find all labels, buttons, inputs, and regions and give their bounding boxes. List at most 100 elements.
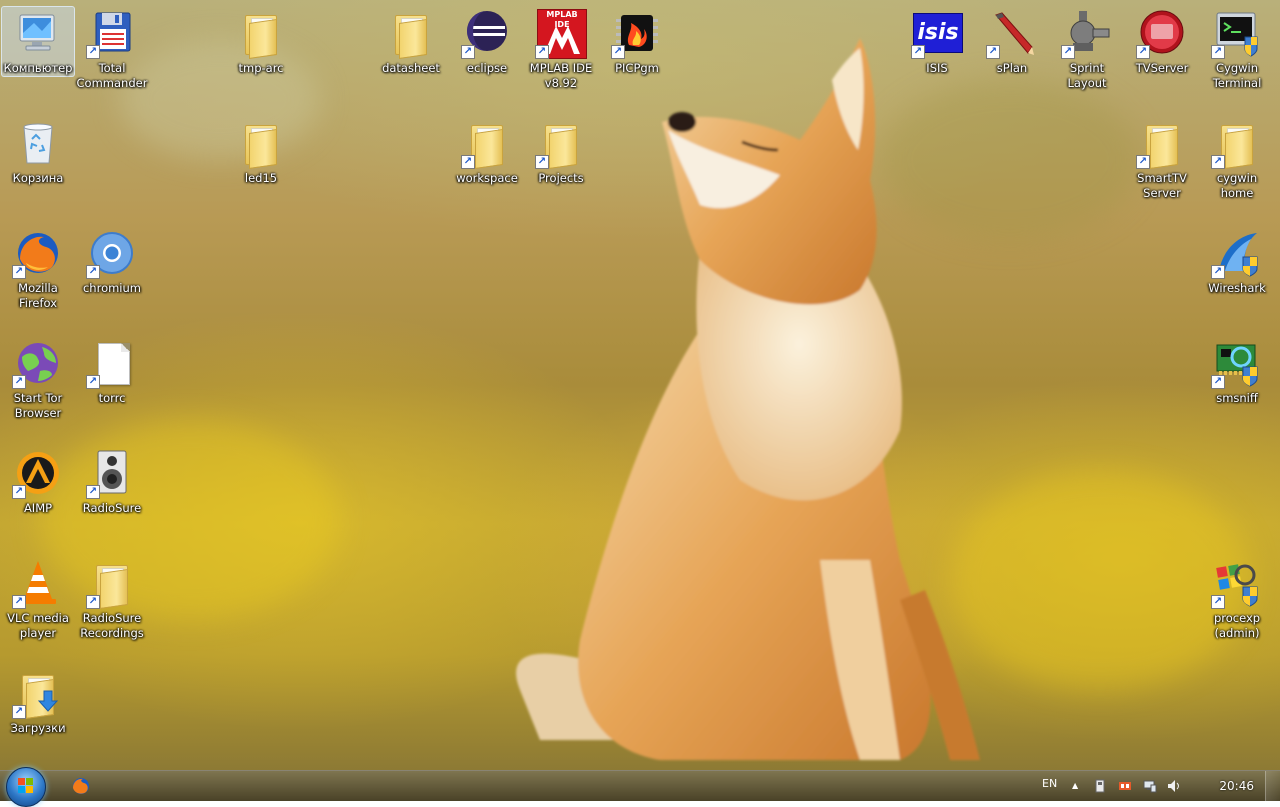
- folder-icon: ↗: [1136, 119, 1186, 169]
- desktop-icon-downloads[interactable]: ↗ Загрузки: [1, 666, 75, 737]
- icon-label: Sprint Layout: [1067, 61, 1107, 90]
- taskbar: EN ▲ 20:46: [0, 767, 1280, 807]
- icon-label: TVServer: [1135, 61, 1189, 75]
- folder-icon: ↗: [1211, 119, 1261, 169]
- desktop-icon-smsniff[interactable]: ↗ smsniff: [1200, 336, 1274, 407]
- icon-label: procexp (admin): [1213, 611, 1261, 640]
- desktop-icon-mplab-ide[interactable]: MPLAB IDE ↗ MPLAB IDE v8.92: [524, 6, 598, 92]
- desktop-icon-workspace[interactable]: ↗ workspace: [450, 116, 524, 187]
- icon-label: VLC media player: [7, 611, 69, 640]
- shortcut-arrow-icon: ↗: [1211, 265, 1225, 279]
- speaker-icon: ↗: [86, 449, 136, 499]
- shortcut-arrow-icon: ↗: [461, 45, 475, 59]
- firefox-icon: [73, 778, 89, 794]
- chip-icon: ↗: [611, 9, 661, 59]
- globe-icon: ↗: [12, 339, 62, 389]
- shortcut-arrow-icon: ↗: [611, 45, 625, 59]
- action-center-flag-icon[interactable]: [1118, 779, 1132, 793]
- mplab-icon: MPLAB IDE ↗: [535, 9, 587, 59]
- icon-label: Projects: [538, 171, 584, 185]
- floppy-disk-icon: ↗: [86, 9, 136, 59]
- icon-label: Start Tor Browser: [13, 391, 63, 420]
- computer-icon: [14, 9, 62, 57]
- desktop-icon-splan[interactable]: ↗ sPlan: [975, 6, 1049, 77]
- desktop-icon-radiosure[interactable]: ↗ RadioSure: [75, 446, 149, 517]
- desktop-icon-radiosure-recordings[interactable]: ↗ RadioSure Recordings: [75, 556, 149, 642]
- icon-label: workspace: [456, 171, 518, 185]
- icon-label: cygwin home: [1216, 171, 1258, 200]
- desktop[interactable]: Компьютер ↗ Total Commander tmp-arc data: [0, 0, 1280, 770]
- icon-label: chromium: [82, 281, 141, 295]
- network-icon[interactable]: [1143, 779, 1157, 793]
- shortcut-arrow-icon: ↗: [1061, 45, 1075, 59]
- terminal-icon: ↗: [1211, 9, 1261, 59]
- icon-label: Компьютер: [3, 61, 73, 75]
- aimp-icon: ↗: [12, 449, 62, 499]
- volume-icon[interactable]: [1167, 779, 1181, 793]
- desktop-icon-chromium[interactable]: ↗ chromium: [75, 226, 149, 297]
- icon-label: RadioSure Recordings: [80, 611, 144, 640]
- desktop-icon-cygwin-terminal[interactable]: ↗ Cygwin Terminal: [1200, 6, 1274, 92]
- icon-label: Cygwin Terminal: [1212, 61, 1262, 90]
- shortcut-arrow-icon: ↗: [1211, 595, 1225, 609]
- tv-icon: ↗: [1136, 9, 1186, 59]
- desktop-icon-mozilla-firefox[interactable]: ↗ Mozilla Firefox: [1, 226, 75, 312]
- icon-label: sPlan: [996, 61, 1028, 75]
- recycle-bin-icon: [14, 119, 62, 167]
- desktop-icon-picpgm[interactable]: ↗ PICPgm: [600, 6, 674, 77]
- shortcut-arrow-icon: ↗: [535, 155, 549, 169]
- shortcut-arrow-icon: ↗: [12, 375, 26, 389]
- desktop-icon-tmp-arc[interactable]: tmp-arc: [224, 6, 298, 77]
- icon-label: SmartTV Server: [1137, 171, 1187, 200]
- vlc-cone-icon: ↗: [12, 559, 62, 609]
- shortcut-arrow-icon: ↗: [86, 595, 100, 609]
- icon-label: Mozilla Firefox: [18, 281, 58, 310]
- start-button[interactable]: [6, 767, 46, 807]
- desktop-icon-start-tor-browser[interactable]: ↗ Start Tor Browser: [1, 336, 75, 422]
- folder-icon: ↗: [86, 559, 136, 609]
- desktop-icon-wireshark[interactable]: ↗ Wireshark: [1200, 226, 1274, 297]
- icon-label: Загрузки: [10, 721, 66, 735]
- desktop-icon-eclipse[interactable]: ↗ eclipse: [450, 6, 524, 77]
- desktop-icon-recycle-bin[interactable]: Корзина: [1, 116, 75, 187]
- icon-label: ISIS: [926, 61, 948, 75]
- shortcut-arrow-icon: ↗: [86, 265, 100, 279]
- show-desktop-button[interactable]: [1265, 771, 1280, 801]
- chromium-icon: ↗: [86, 229, 136, 279]
- show-hidden-icons-arrow-icon[interactable]: ▲: [1072, 781, 1078, 790]
- safely-remove-hardware-icon[interactable]: [1093, 779, 1107, 793]
- desktop-icon-isis[interactable]: isis ↗ ISIS: [900, 6, 974, 77]
- clock[interactable]: 20:46: [1219, 779, 1254, 793]
- desktop-icon-torrc[interactable]: ↗ torrc: [75, 336, 149, 407]
- shortcut-arrow-icon: ↗: [12, 265, 26, 279]
- folder-icon: [237, 119, 285, 169]
- shortcut-arrow-icon: ↗: [86, 485, 100, 499]
- taskbar-firefox-button[interactable]: [66, 774, 96, 798]
- desktop-icon-sprint-layout[interactable]: ↗ Sprint Layout: [1050, 6, 1124, 92]
- pencil-icon: ↗: [986, 9, 1036, 59]
- desktop-icon-datasheet[interactable]: datasheet: [374, 6, 448, 77]
- desktop-icon-vlc-media-player[interactable]: ↗ VLC media player: [1, 556, 75, 642]
- desktop-icon-cygwin-home[interactable]: ↗ cygwin home: [1200, 116, 1274, 202]
- icon-label: eclipse: [466, 61, 508, 75]
- shortcut-arrow-icon: ↗: [461, 155, 475, 169]
- desktop-icon-procexp-admin[interactable]: ↗ procexp (admin): [1200, 556, 1274, 642]
- desktop-icon-computer[interactable]: Компьютер: [1, 6, 75, 77]
- shortcut-arrow-icon: ↗: [986, 45, 1000, 59]
- icon-label: PICPgm: [615, 61, 659, 75]
- desktop-icon-projects[interactable]: ↗ Projects: [524, 116, 598, 187]
- desktop-icon-tvserver[interactable]: ↗ TVServer: [1125, 6, 1199, 77]
- firefox-icon: ↗: [12, 229, 62, 279]
- process-explorer-icon: ↗: [1211, 559, 1261, 609]
- language-indicator[interactable]: EN: [1042, 777, 1057, 790]
- shortcut-arrow-icon: ↗: [1211, 45, 1225, 59]
- shortcut-arrow-icon: ↗: [12, 595, 26, 609]
- icon-label: Total Commander: [76, 61, 148, 90]
- shortcut-arrow-icon: ↗: [535, 45, 549, 59]
- desktop-icon-total-commander[interactable]: ↗ Total Commander: [75, 6, 149, 92]
- desktop-icon-led15[interactable]: led15: [224, 116, 298, 187]
- desktop-icon-smarttv-server[interactable]: ↗ SmartTV Server: [1125, 116, 1199, 202]
- shortcut-arrow-icon: ↗: [1211, 375, 1225, 389]
- icon-label: smsniff: [1216, 391, 1258, 405]
- desktop-icon-aimp[interactable]: ↗ AIMP: [1, 446, 75, 517]
